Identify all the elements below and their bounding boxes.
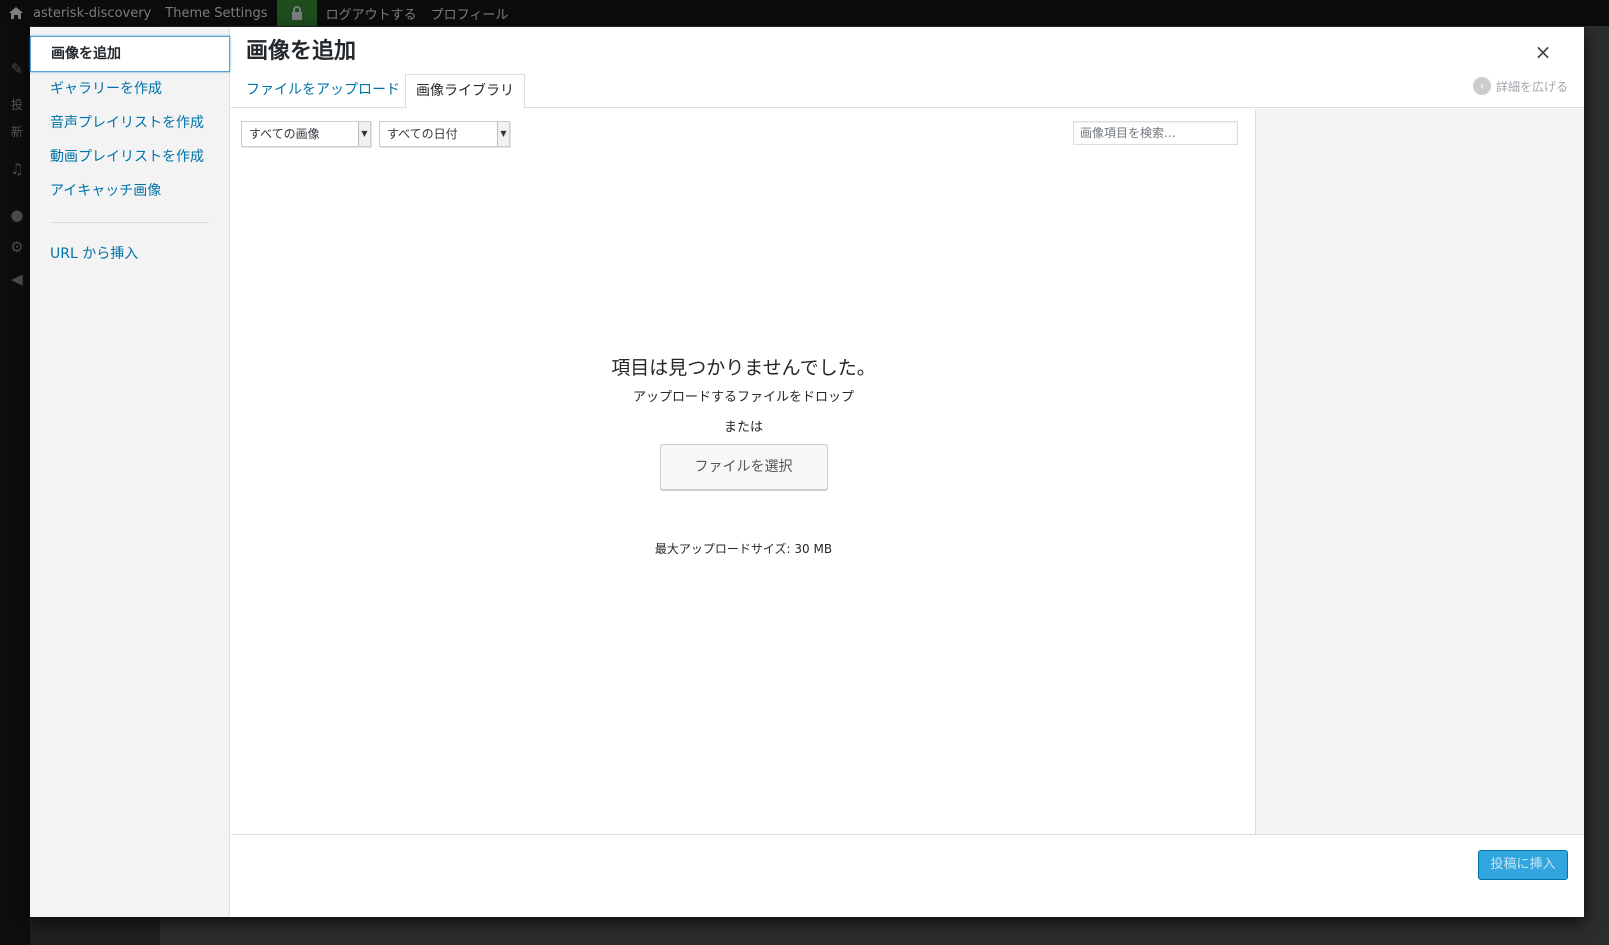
filter-type-value: すべての画像: [249, 127, 320, 141]
drop-files-text: アップロードするファイルをドロップ: [632, 390, 854, 405]
insert-into-post-button[interactable]: 投稿に挿入: [1478, 850, 1568, 880]
menu-item-create-gallery[interactable]: ギャラリーを作成: [30, 72, 229, 106]
media-icon[interactable]: ♫: [8, 160, 26, 178]
chevron-left-icon: ‹: [1473, 77, 1491, 95]
menu-item-audio-playlist[interactable]: 音声プレイリストを作成: [30, 106, 229, 140]
gear-icon[interactable]: ⚙: [8, 238, 26, 256]
page-title: 画像を追加: [246, 39, 357, 64]
dropdown-arrow-icon: ▼: [497, 122, 509, 146]
frame-title: 画像を追加: [246, 35, 356, 69]
sidebar-text-new[interactable]: 新: [11, 123, 23, 140]
menu-item-add-image[interactable]: 画像を追加: [30, 36, 230, 72]
search-input[interactable]: [1073, 121, 1238, 145]
media-modal: 画像を追加 ギャラリーを作成 音声プレイリストを作成 動画プレイリストを作成 ア…: [30, 27, 1584, 917]
attachment-details-sidebar: [1256, 109, 1584, 834]
upload-instructions: 項目は見つかりませんでした。 アップロードするファイルをドロップ または ファイ…: [231, 352, 1256, 558]
media-menu: 画像を追加 ギャラリーを作成 音声プレイリストを作成 動画プレイリストを作成 ア…: [30, 27, 230, 917]
select-files-button[interactable]: ファイルを選択: [659, 444, 828, 490]
sidebar-text-posts[interactable]: 投: [11, 96, 23, 113]
no-items-heading: 項目は見つかりませんでした。: [611, 357, 876, 379]
lock-icon[interactable]: [276, 0, 317, 26]
menu-separator: [50, 222, 209, 223]
filter-date-select[interactable]: すべての日付 ▼: [379, 121, 510, 147]
media-frame-toolbar: 投稿に挿入: [231, 834, 1584, 917]
admin-sidebar: ✎ 投 新 ♫ ● ⚙ ◀: [0, 26, 30, 945]
menu-item-featured-image[interactable]: アイキャッチ画像: [30, 174, 229, 208]
expand-details-link[interactable]: ‹ 詳細を広げる: [1473, 76, 1568, 96]
admin-bar-profile[interactable]: プロフィール: [424, 0, 516, 26]
home-icon[interactable]: [0, 0, 26, 26]
menu-item-insert-from-url[interactable]: URL から挿入: [30, 237, 229, 271]
router-tabs: ファイルをアップロード 画像ライブラリ: [231, 74, 1584, 109]
admin-bar-site-name[interactable]: asterisk-discovery: [26, 0, 158, 26]
expand-details-label: 詳細を広げる: [1496, 79, 1569, 94]
close-icon[interactable]: ×: [1528, 37, 1558, 67]
user-icon[interactable]: ●: [8, 206, 26, 224]
tab-upload-files[interactable]: ファイルをアップロード: [236, 74, 410, 109]
max-upload-size: 最大アップロードサイズ: 30 MB: [654, 542, 833, 556]
media-toolbar: すべての画像 ▼ すべての日付 ▼: [231, 109, 1256, 159]
admin-bar-theme-settings[interactable]: Theme Settings: [158, 0, 274, 26]
tab-media-library[interactable]: 画像ライブラリ: [405, 74, 525, 109]
admin-bar-logout[interactable]: ログアウトする: [319, 0, 424, 26]
collapse-icon[interactable]: ◀: [8, 270, 26, 288]
filter-type-select[interactable]: すべての画像 ▼: [241, 121, 371, 147]
or-text: または: [723, 420, 763, 435]
admin-bar: asterisk-discovery Theme Settings ログアウトす…: [0, 0, 1609, 26]
filter-date-value: すべての日付: [387, 127, 458, 141]
pin-icon[interactable]: ✎: [8, 60, 26, 78]
menu-item-video-playlist[interactable]: 動画プレイリストを作成: [30, 140, 229, 174]
dropdown-arrow-icon: ▼: [358, 122, 370, 146]
